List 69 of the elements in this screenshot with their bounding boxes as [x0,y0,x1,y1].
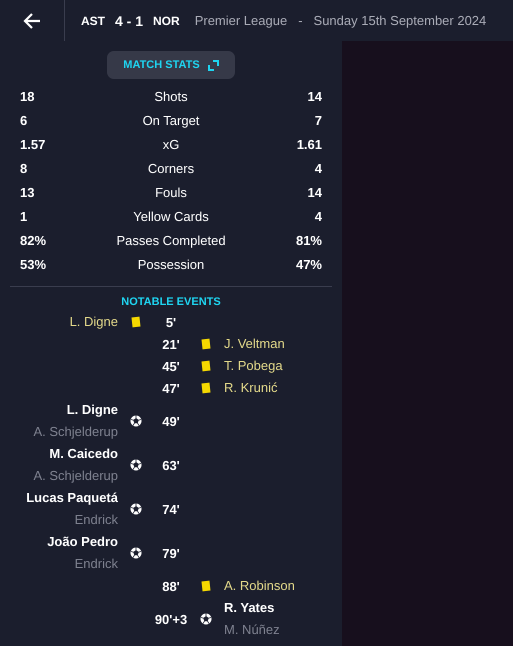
assist-name: A. Schjelderup [33,423,118,441]
home-stat-value: 1 [20,208,28,224]
stat-label: xG [162,136,180,152]
event-minute: 5' [164,314,178,330]
separator: - [298,13,303,28]
player-name: Lucas Paquetá [26,489,118,507]
away-stat-value: 14 [306,88,322,104]
home-stat-value: 1.57 [20,136,46,152]
back-arrow-icon [22,12,42,30]
event-minute: 49' [161,414,181,428]
ball-icon [130,503,142,515]
stat-label: Shots [153,88,189,104]
event-minute: 45' [161,358,181,374]
stat-label: Yellow Cards [132,208,210,224]
stat-label: Passes Completed [115,232,227,248]
event-minute: 74' [161,502,181,516]
assist-name: Endrick [74,511,118,529]
stat-label: Corners [146,160,196,176]
event-minute: 47' [161,380,181,396]
ball-icon [130,415,142,427]
home-team: AST [81,14,105,28]
booking-card-icon [202,360,210,372]
away-stat-value: 1.61 [296,136,322,152]
match-date: Sunday 15th September 2024 [314,13,486,28]
event-minute: 90'+3 [154,612,188,626]
player-name: A. Robinson [224,577,295,595]
ball-icon [130,459,142,471]
booking-card-icon [202,338,210,350]
player-name: J. Veltman [224,335,285,353]
player-name: L. Digne [70,313,118,331]
booking-card-icon [202,382,210,394]
section-title: NOTABLE EVENTS [120,296,222,308]
stat-label: On Target [142,112,200,128]
player-name: R. Yates [224,599,274,617]
away-team: NOR [153,14,180,28]
away-stat-value: 47% [294,256,322,272]
stat-label: Possession [136,256,206,272]
player-name: L. Digne [66,401,118,419]
match-score: 4 - 1 [115,12,144,28]
player-name: M. Caicedo [49,445,118,463]
event-minute: 63' [161,458,181,472]
assist-name: Endrick [74,555,118,573]
home-stat-value: 53% [20,256,48,272]
player-name: João Pedro [47,533,118,551]
assist-name: A. Schjelderup [33,467,118,485]
assist-name: M. Núñez [224,621,280,639]
away-stat-value: 81% [294,232,322,248]
away-stat-value: 7 [314,112,322,128]
event-minute: 21' [161,336,181,352]
home-stat-value: 18 [20,88,36,104]
expand-icon [208,60,219,70]
booking-card-icon [202,580,210,592]
home-stat-value: 82% [20,232,48,248]
player-name: R. Krunić [224,379,278,397]
competition-name: Premier League [194,13,288,28]
away-stat-value: 14 [306,184,322,200]
away-stat-value: 4 [314,160,322,176]
match-stats-button[interactable]: MATCH STATS [107,51,235,79]
event-minute: 88' [161,578,181,594]
ball-icon [200,613,212,625]
home-stat-value: 13 [20,184,36,200]
stat-label: Fouls [154,184,188,200]
home-stat-value: 6 [20,112,28,128]
event-minute: 79' [161,546,181,560]
ball-icon [130,547,142,559]
booking-card-icon [132,316,140,328]
home-stat-value: 8 [20,160,28,176]
away-stat-value: 4 [314,208,322,224]
player-name: T. Pobega [224,357,283,375]
